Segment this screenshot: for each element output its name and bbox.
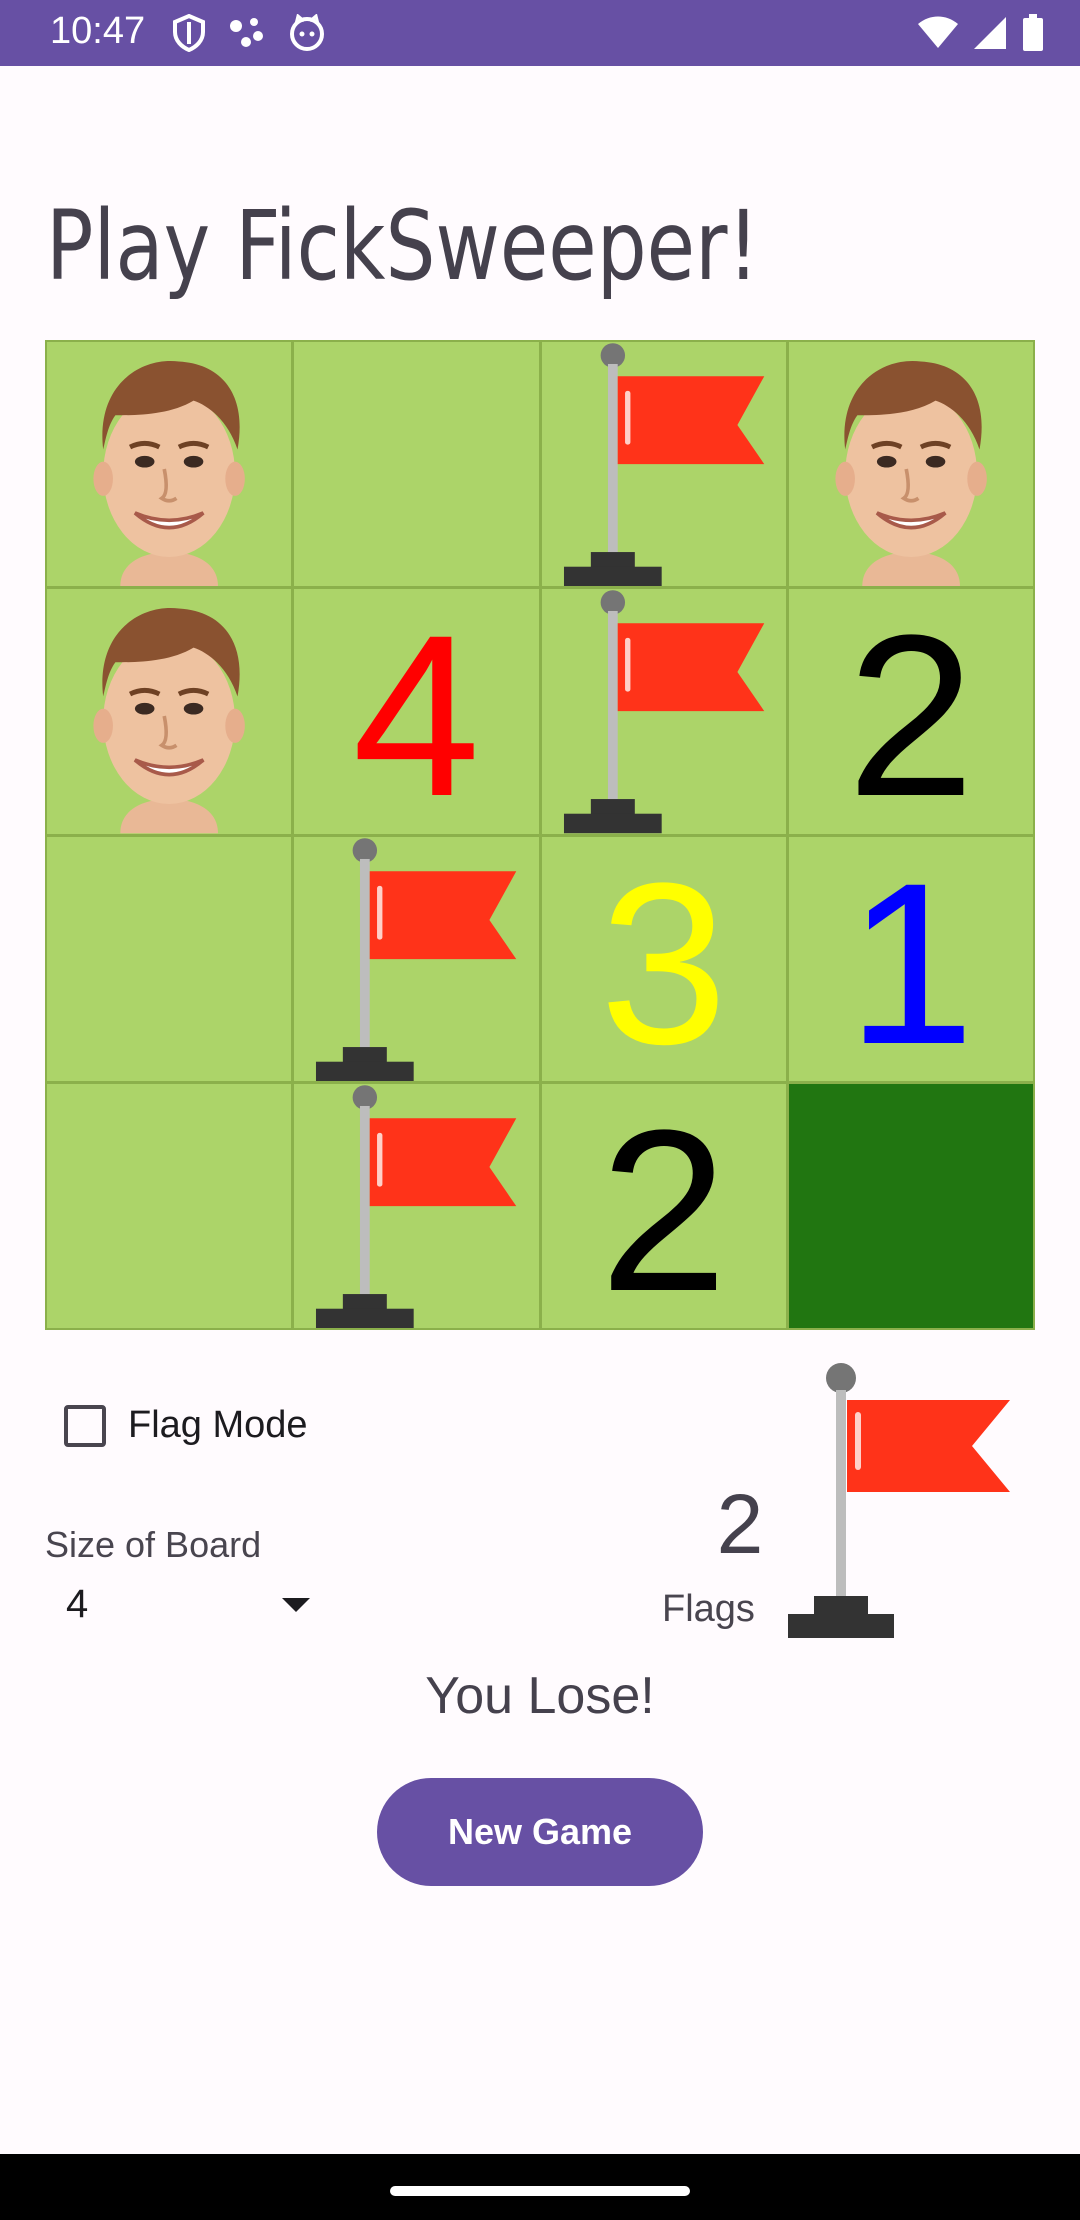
board-cell[interactable]	[541, 342, 786, 587]
status-bar: 10:47	[0, 0, 1080, 66]
board-cell[interactable]: 3	[541, 836, 786, 1081]
board-cell[interactable]	[294, 836, 539, 1081]
board-cell[interactable]: 4	[294, 589, 539, 834]
size-of-board-label: Size of Board	[45, 1524, 262, 1565]
status-time: 10:47	[50, 10, 146, 52]
wifi-icon	[918, 16, 958, 55]
cell-number: 1	[846, 836, 975, 1081]
navigation-bar	[0, 2154, 1080, 2220]
cell-number: 3	[599, 836, 728, 1081]
signal-icon	[972, 15, 1008, 56]
board-cell[interactable]	[788, 1083, 1033, 1328]
cell-number: 4	[352, 589, 481, 834]
game-board: 4 2 31 2	[45, 340, 1035, 1330]
board-cell[interactable]	[47, 342, 292, 587]
board-cell[interactable]: 2	[541, 1083, 786, 1328]
size-of-board-value: 4	[66, 1582, 89, 1626]
board-cell[interactable]	[294, 1083, 539, 1328]
board-cell[interactable]	[788, 342, 1033, 587]
flag-mode-label: Flag Mode	[128, 1404, 308, 1446]
cell-number: 2	[846, 589, 975, 834]
game-result-text: You Lose!	[425, 1667, 655, 1725]
status-icons-left	[172, 13, 326, 57]
board-cell[interactable]: 1	[788, 836, 1033, 1081]
board-cell[interactable]	[47, 589, 292, 834]
board-cell[interactable]	[47, 1083, 292, 1328]
home-gesture-handle[interactable]	[390, 2186, 690, 2196]
board-cell[interactable]	[47, 836, 292, 1081]
status-icons-right	[918, 14, 1044, 57]
size-of-board-dropdown[interactable]: 4	[66, 1582, 320, 1632]
assistant-dots-icon	[228, 16, 266, 55]
new-game-button[interactable]: New Game	[377, 1778, 703, 1886]
dropdown-arrow-icon	[282, 1598, 310, 1612]
shield-icon	[172, 13, 206, 57]
flag-icon	[780, 1360, 1020, 1640]
flags-label: Flags	[662, 1588, 755, 1630]
flags-count: 2	[716, 1477, 764, 1571]
cell-number: 2	[599, 1083, 728, 1328]
flag-mode-toggle[interactable]: Flag Mode	[64, 1404, 308, 1447]
board-cell[interactable]: 2	[788, 589, 1033, 834]
page-title: Play FickSweeper!	[46, 190, 760, 302]
flag-mode-checkbox[interactable]	[64, 1404, 106, 1447]
cat-face-icon	[288, 13, 326, 57]
board-cell[interactable]	[294, 342, 539, 587]
battery-icon	[1022, 14, 1044, 57]
board-cell[interactable]	[541, 589, 786, 834]
